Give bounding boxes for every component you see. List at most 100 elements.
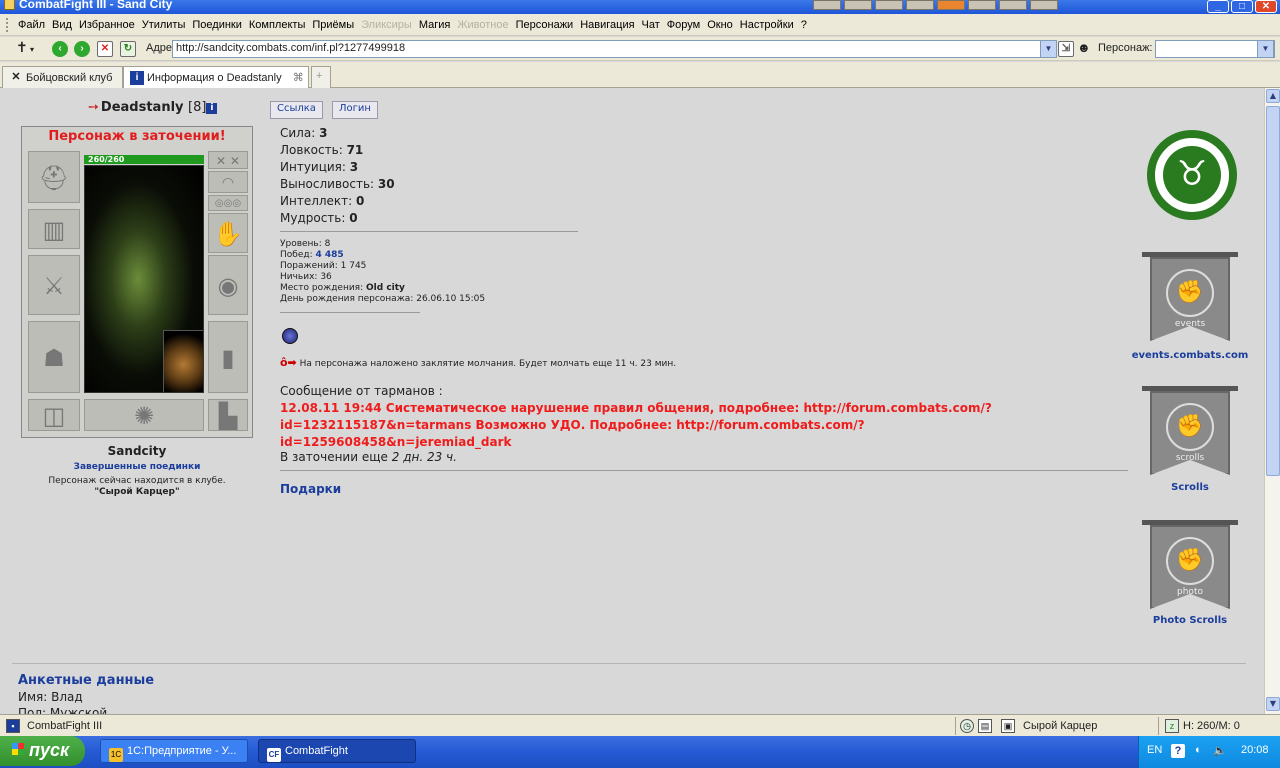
tab-character-info[interactable]: i Информация о Deadstanly ⌘ xyxy=(123,66,309,88)
menu-window[interactable]: Окно xyxy=(707,19,733,31)
clock[interactable]: 20:08 xyxy=(1241,744,1269,756)
bracers-slot[interactable]: ▥ xyxy=(28,209,80,249)
pet-portrait[interactable] xyxy=(163,330,203,392)
status-app-name: CombatFight III xyxy=(27,720,103,732)
character-name[interactable]: Deadstanly xyxy=(101,100,184,115)
info-icon[interactable]: i xyxy=(206,103,218,114)
menu-navigation[interactable]: Навигация xyxy=(580,19,634,31)
close-button[interactable]: ✕ xyxy=(1255,0,1277,13)
photo-scrolls-link[interactable]: Photo Scrolls xyxy=(1120,615,1260,626)
wins-link[interactable]: 4 485 xyxy=(316,250,344,260)
events-banner[interactable]: ✊ events xyxy=(1142,252,1238,341)
vertical-scrollbar[interactable]: ▲ ▼ xyxy=(1264,88,1280,714)
maximize-button[interactable]: □ xyxy=(1231,0,1253,13)
go-icon[interactable]: ⇲ xyxy=(1058,41,1074,57)
forward-arrow-icon[interactable]: › xyxy=(74,41,90,57)
scroll-down-icon[interactable]: ▼ xyxy=(1266,697,1280,711)
cross-icon[interactable]: ✝ xyxy=(16,39,28,56)
chevron-down-icon[interactable]: ▾ xyxy=(30,45,34,54)
crossed-swords-icon: ✕ xyxy=(11,71,21,83)
character-equipment-box: Персонаж в заточении! ⛑ ▥ ⚔ ☗ ◫ ✺ ✕ ✕ ◠ … xyxy=(21,126,253,438)
character-portrait xyxy=(84,165,204,393)
menu-fights[interactable]: Поединки xyxy=(192,19,242,31)
scroll-thumb[interactable] xyxy=(1266,106,1280,476)
stat-row: Выносливость: 30 xyxy=(280,177,395,191)
clock-icon[interactable]: ◷ xyxy=(960,719,974,733)
menu-utilities[interactable]: Утилиты xyxy=(142,19,186,31)
earrings-slot[interactable]: ✕ ✕ xyxy=(208,151,248,169)
ring-panel-slot[interactable]: ✺ xyxy=(84,399,204,431)
menu-sets[interactable]: Комплекты xyxy=(249,19,305,31)
volume-icon[interactable]: 🔈 xyxy=(1213,744,1227,757)
boots-slot[interactable]: ▙ xyxy=(208,399,248,431)
person-icon: ☻ xyxy=(1077,40,1091,55)
info-losses: Поражений: 1 745 xyxy=(280,261,367,271)
weapon-slot[interactable]: ⚔ xyxy=(28,255,80,315)
tab-close-icon[interactable]: ⌘ xyxy=(293,72,304,84)
taskbar-item-1c[interactable]: 1C 1С:Предприятие - У... xyxy=(100,739,248,763)
address-dropdown-icon[interactable]: ▼ xyxy=(1040,40,1057,58)
minimize-button[interactable]: _ xyxy=(1207,0,1229,13)
belt-slot[interactable]: ◫ xyxy=(28,399,80,431)
status-bar: ▪ CombatFight III ◷ ▤ ▣ Сырой Карцер z H… xyxy=(0,714,1280,736)
address-input[interactable]: http://sandcity.combats.com/inf.pl?12774… xyxy=(172,40,1056,58)
menu-help[interactable]: ? xyxy=(801,19,807,31)
new-tab-button[interactable]: + xyxy=(311,66,331,88)
menu-chat[interactable]: Чат xyxy=(642,19,660,31)
jail-reason: 12.08.11 19:44 Систематическое нарушение… xyxy=(280,400,1080,451)
tab-label: Бойцовский клуб xyxy=(26,71,113,84)
menu-forum[interactable]: Форум xyxy=(667,19,700,31)
scrolls-link[interactable]: Scrolls xyxy=(1120,482,1260,493)
photo-scrolls-banner[interactable]: ✊ photo xyxy=(1142,520,1238,609)
gifts-link[interactable]: Подарки xyxy=(280,482,341,496)
amulet-slot[interactable]: ◠ xyxy=(208,171,248,193)
window-titlebar: CombatFight III - Sand City _ □ ✕ xyxy=(0,0,1280,14)
refresh-icon[interactable]: ↻ xyxy=(120,41,136,57)
events-link[interactable]: events.combats.com xyxy=(1120,350,1260,361)
shield-slot[interactable]: ◉ xyxy=(208,255,248,315)
menu-view[interactable]: Вид xyxy=(52,19,72,31)
menu-characters[interactable]: Персонажи xyxy=(516,19,574,31)
info-icon: i xyxy=(130,71,144,86)
taskbar-item-combatfight[interactable]: CF CombatFight xyxy=(258,739,416,763)
jail-time: В заточении еще 2 дн. 23 ч. xyxy=(280,450,457,464)
window-title-text: CombatFight III - Sand City xyxy=(19,0,173,11)
login-button[interactable]: Логин xyxy=(332,101,378,119)
window-icon[interactable]: ▣ xyxy=(1001,719,1015,733)
back-arrow-icon[interactable]: ‹ xyxy=(52,41,68,57)
network-icon[interactable]: ◐ xyxy=(1195,744,1202,756)
fist-icon: ✊ xyxy=(1166,537,1214,585)
stat-row: Сила: 3 xyxy=(280,126,328,140)
armor-slot[interactable]: ☗ xyxy=(28,321,80,393)
menu-file[interactable]: Файл xyxy=(18,19,45,31)
help-icon[interactable]: ? xyxy=(1171,744,1185,758)
character-name-row: ➙ Deadstanly [8] i xyxy=(88,100,218,115)
info-wins: Побед: 4 485 xyxy=(280,250,344,260)
bull-emblem-icon[interactable]: ♉ xyxy=(1147,130,1237,220)
menu-settings[interactable]: Настройки xyxy=(740,19,794,31)
stat-row: Интеллект: 0 xyxy=(280,194,365,208)
leggings-slot[interactable]: ▮ xyxy=(208,321,248,393)
scroll-up-icon[interactable]: ▲ xyxy=(1266,89,1280,103)
clan-emblem-icon[interactable] xyxy=(282,328,298,344)
tab-fight-club[interactable]: ✕ Бойцовский клуб xyxy=(2,66,123,88)
jail-reason-line: id=1232115187&n=tarmans Возможно УДО. По… xyxy=(280,418,865,432)
fist-icon: ✊ xyxy=(1166,403,1214,451)
scrolls-banner[interactable]: ✊ scrolls xyxy=(1142,386,1238,475)
document-icon[interactable]: ▤ xyxy=(978,719,992,733)
start-button[interactable]: пуск xyxy=(0,736,85,766)
rings-slot[interactable]: ◎◎◎ xyxy=(208,195,248,211)
language-indicator[interactable]: EN xyxy=(1147,744,1162,756)
finished-fights-link[interactable]: Завершенные поединки xyxy=(18,462,256,472)
menu-favorites[interactable]: Избранное xyxy=(79,19,135,31)
menu-techniques[interactable]: Приёмы xyxy=(312,19,354,31)
gloves-slot[interactable]: ✋ xyxy=(208,213,248,253)
person-dropdown-icon[interactable]: ▼ xyxy=(1257,40,1274,58)
helmet-slot[interactable]: ⛑ xyxy=(28,151,80,203)
stop-icon[interactable]: ✕ xyxy=(97,41,113,57)
link-button[interactable]: Ссылка xyxy=(270,101,323,119)
fist-icon: ✊ xyxy=(1166,269,1214,317)
jail-reason-line: id=1259608458&n=jeremiad_dark xyxy=(280,435,512,449)
menu-magic[interactable]: Магия xyxy=(419,19,451,31)
message-heading: Сообщение от тарманов : xyxy=(280,384,443,398)
